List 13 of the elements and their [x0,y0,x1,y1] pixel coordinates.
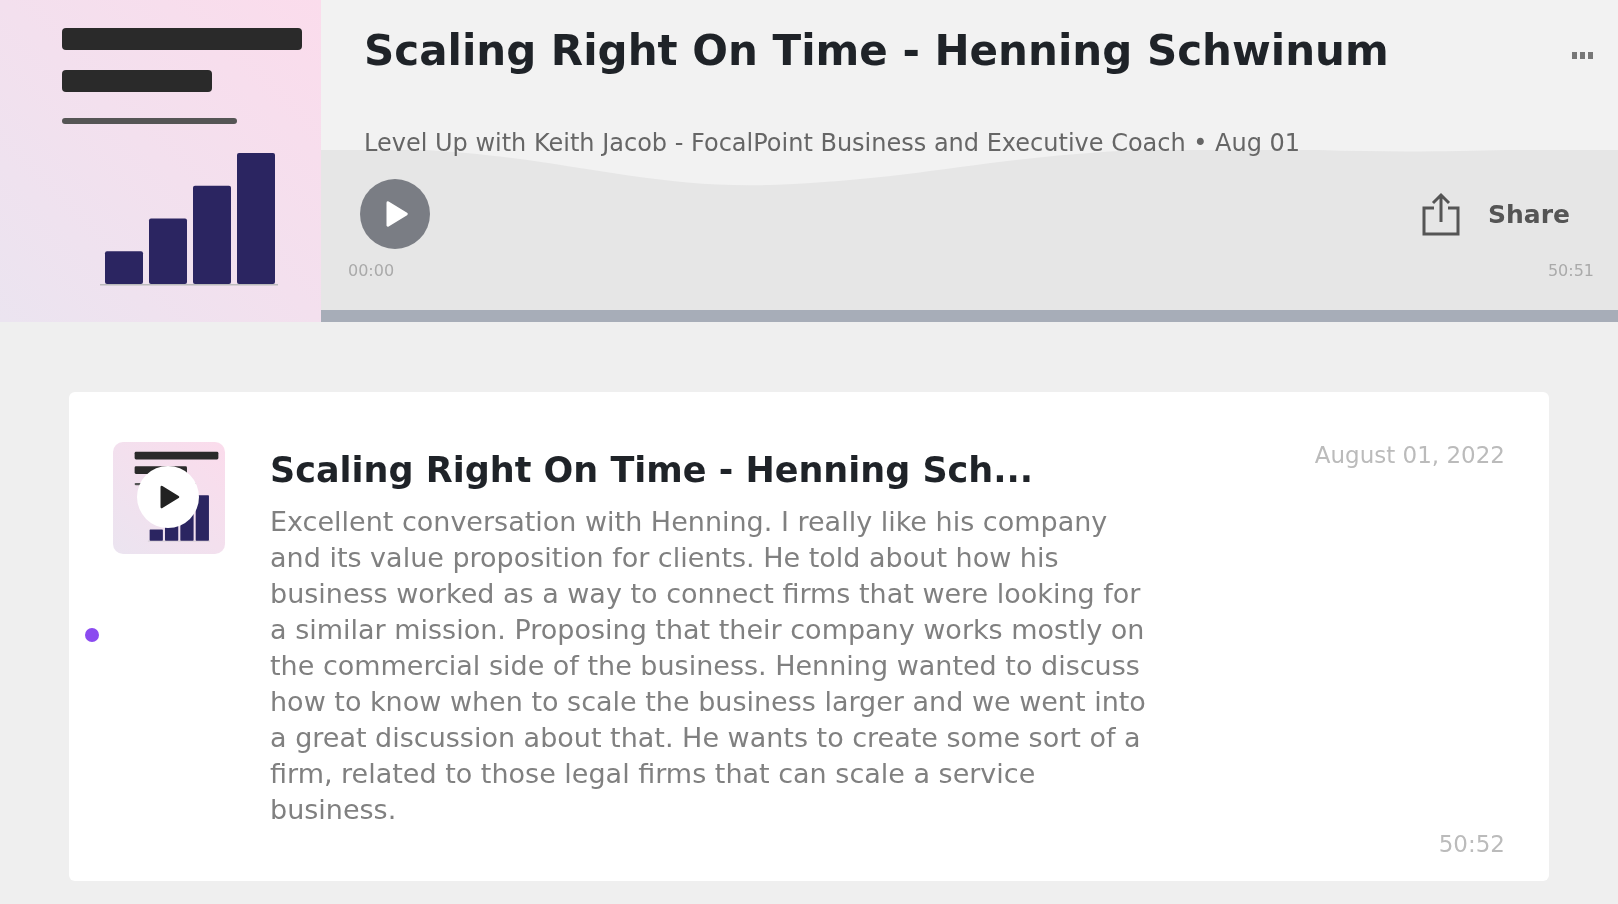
episode-description: Excellent conversation with Henning. I really like his company and its value proposition for clients. He told about how his business worked as a way to connect firms that were looking for a similar mission. Proposing that their company works mostly on the commercial side of the business. Henning wanted to discuss how to know when to scale the business larger and we went into a great discussion about that. He wants to create some sort of a firm, related to those legal firms that can scale a service business. [270,505,1147,827]
progress-track[interactable] [321,310,1618,322]
share-icon [1422,192,1461,236]
more-icon[interactable] [1572,52,1594,60]
elapsed-time: 00:00 [348,261,395,280]
total-duration: 50:51 [1547,261,1594,280]
share-button[interactable]: Share [1422,192,1570,236]
episode-date: August 01, 2022 [1314,442,1505,468]
episode-title: Scaling Right On Time - Henning Sch... [270,450,1035,490]
episode-card[interactable] [69,392,1549,881]
podcast-subtitle: Level Up with Keith Jacob - FocalPoint Business and Executive Coach • Aug 01 [364,129,1302,157]
episode-title: Scaling Right On Time - Henning Schwinum [364,26,1389,75]
episode-duration: 50:52 [1438,831,1505,857]
